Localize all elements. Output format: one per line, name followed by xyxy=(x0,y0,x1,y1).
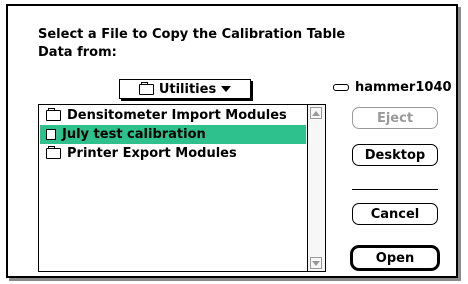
desktop-button[interactable]: Desktop xyxy=(352,144,438,166)
volume-name: hammer1040 xyxy=(355,80,452,95)
list-item-printer-export-modules[interactable]: Printer Export Modules xyxy=(40,144,306,163)
arrow-down-icon xyxy=(312,260,320,266)
prompt-line-2: Data from: xyxy=(38,45,117,60)
folder-popup-label: Utilities xyxy=(158,81,217,97)
open-button[interactable]: Open xyxy=(350,245,440,271)
disk-icon xyxy=(333,84,349,91)
dropdown-arrow-icon xyxy=(221,86,232,92)
list-item-label: July test calibration xyxy=(62,127,206,142)
list-item-densitometer-import-modules[interactable]: Densitometer Import Modules xyxy=(40,106,306,125)
folder-popup-menu[interactable]: Utilities xyxy=(119,79,251,99)
prompt-line-1: Select a File to Copy the Calibration Ta… xyxy=(38,27,346,42)
list-item-label: Densitometer Import Modules xyxy=(67,108,287,123)
file-open-dialog: Select a File to Copy the Calibration Ta… xyxy=(6,4,458,278)
list-scrollbar[interactable] xyxy=(307,105,325,271)
scroll-down-arrow[interactable] xyxy=(310,257,322,269)
volume-indicator: hammer1040 xyxy=(333,80,452,95)
document-icon xyxy=(46,129,56,140)
list-item-label: Printer Export Modules xyxy=(67,146,237,161)
arrow-up-icon xyxy=(312,110,320,116)
cancel-button[interactable]: Cancel xyxy=(352,203,438,225)
button-separator xyxy=(352,189,438,190)
list-item-july-test-calibration[interactable]: July test calibration xyxy=(40,125,306,144)
eject-button[interactable]: Eject xyxy=(352,107,438,129)
dialog-prompt: Select a File to Copy the Calibration Ta… xyxy=(38,26,368,62)
file-list[interactable]: Densitometer Import Modules July test ca… xyxy=(38,104,326,272)
scroll-up-arrow[interactable] xyxy=(310,107,322,119)
folder-icon xyxy=(138,81,154,95)
folder-icon xyxy=(46,146,61,159)
folder-icon xyxy=(46,108,61,121)
